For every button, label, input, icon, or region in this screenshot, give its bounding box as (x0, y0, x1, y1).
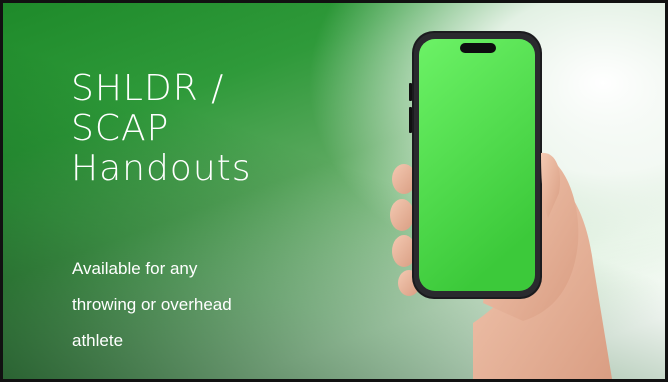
dynamic-island (460, 43, 496, 53)
slide: SHLDR / SCAP Handouts Available for any … (0, 0, 668, 382)
side-button (409, 83, 412, 101)
hand-holding-phone-illustration (390, 31, 613, 379)
smartphone-icon (409, 31, 542, 299)
volume-button (409, 107, 412, 133)
finger-2 (390, 199, 414, 231)
phone-screen (419, 39, 535, 291)
